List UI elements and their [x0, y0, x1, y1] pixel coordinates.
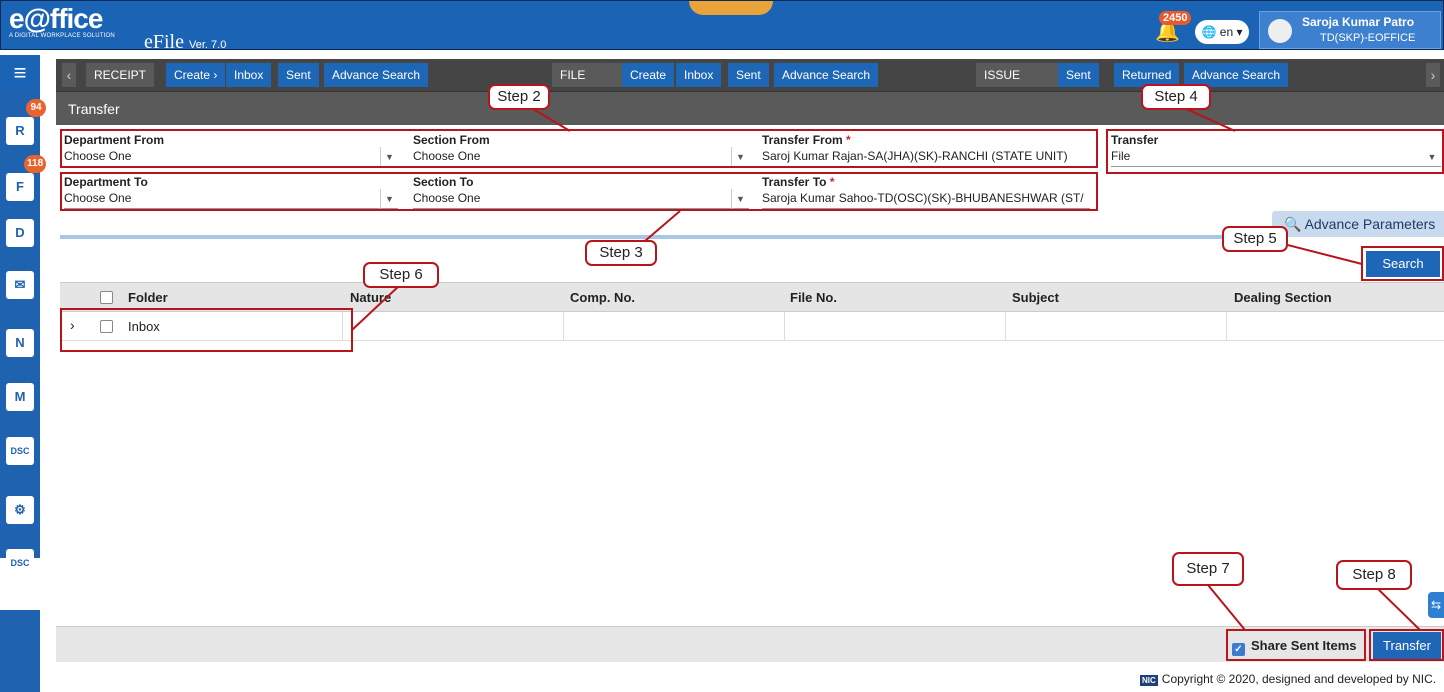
- menu-file-head[interactable]: FILE: [552, 63, 622, 87]
- col-folder[interactable]: Folder: [128, 290, 168, 305]
- step6-highlight: [60, 308, 353, 352]
- step6-callout: Step 6: [363, 262, 439, 288]
- avatar: [1268, 19, 1292, 43]
- app-header: e@ffice A DIGITAL WORKPLACE SOLUTION eFi…: [0, 0, 1444, 54]
- brand-name: e@ffice: [9, 3, 103, 34]
- page-title-bar: Transfer: [56, 91, 1444, 125]
- menu-file-advance-search[interactable]: Advance Search: [774, 63, 879, 87]
- mail-icon[interactable]: ✉: [6, 271, 34, 299]
- col-subject[interactable]: Subject: [1012, 290, 1059, 305]
- app-name: eFile Ver. 7.0: [144, 31, 227, 53]
- menu-receipt-create[interactable]: Create ›: [166, 63, 226, 87]
- hamburger-menu-icon[interactable]: ≡: [0, 55, 40, 91]
- col-nature[interactable]: Nature: [350, 290, 391, 305]
- step7-highlight: [1226, 629, 1366, 661]
- module-menu-bar: ‹ RECEIPT Create › Inbox Sent Advance Se…: [56, 59, 1444, 91]
- step4-callout: Step 4: [1141, 84, 1211, 110]
- user-role: TD(SKP)-EOFFICE: [1320, 32, 1416, 44]
- teamviewer-icon[interactable]: ⇆: [1428, 592, 1444, 618]
- step8-highlight: [1369, 629, 1444, 661]
- advance-parameters-button[interactable]: 🔍 Advance Parameters: [1272, 211, 1444, 237]
- user-settings-icon[interactable]: ⚙: [6, 496, 34, 524]
- cell-divider: [1005, 312, 1006, 341]
- sidebar: R 94 F 118 D ✉ N M DSC ⚙ DSC: [0, 91, 47, 692]
- copyright-footer: NIC Copyright © 2020, designed and develo…: [1140, 672, 1437, 686]
- menu-receipt-head[interactable]: RECEIPT: [86, 63, 155, 87]
- step7-line: [1207, 584, 1246, 631]
- language-selector[interactable]: 🌐 en ▾: [1195, 20, 1249, 44]
- file-icon[interactable]: F: [6, 173, 34, 201]
- user-menu[interactable]: Saroja Kumar Patro TD(SKP)-EOFFICE: [1259, 11, 1441, 49]
- dak-icon[interactable]: D: [6, 219, 34, 247]
- eoffice-logo: e@ffice A DIGITAL WORKPLACE SOLUTION eFi…: [9, 3, 226, 54]
- col-file-no[interactable]: File No.: [790, 290, 837, 305]
- step5-highlight: [1361, 246, 1444, 281]
- menu-file-inbox[interactable]: Inbox: [676, 63, 722, 87]
- menu-file-sent[interactable]: Sent: [728, 63, 769, 87]
- step3-highlight: [60, 172, 1098, 211]
- step7-callout: Step 7: [1172, 552, 1244, 586]
- receipt-badge: 94: [26, 99, 46, 117]
- note-icon[interactable]: N: [6, 329, 34, 357]
- user-name: Saroja Kumar Patro: [1302, 15, 1415, 29]
- nic-logo: NIC: [1140, 675, 1158, 686]
- app-version: Ver. 7.0: [189, 39, 227, 51]
- brand-tagline: A DIGITAL WORKPLACE SOLUTION: [9, 33, 115, 39]
- select-all-checkbox[interactable]: [100, 291, 113, 304]
- step2-highlight: [60, 129, 1098, 168]
- col-comp-no[interactable]: Comp. No.: [570, 290, 635, 305]
- meeting-icon[interactable]: M: [6, 383, 34, 411]
- menu-issue-sent[interactable]: Sent: [1058, 63, 1099, 87]
- dsc-icon[interactable]: DSC: [6, 549, 34, 577]
- step8-line: [1373, 584, 1421, 631]
- top-center-tab[interactable]: [689, 1, 773, 15]
- notification-count-badge: 2450: [1159, 11, 1192, 25]
- chevron-right-icon[interactable]: ›: [1426, 63, 1440, 87]
- menu-issue-head[interactable]: ISSUE: [976, 63, 1058, 87]
- step2-callout: Step 2: [488, 84, 550, 110]
- menu-receipt-inbox[interactable]: Inbox: [226, 63, 272, 87]
- receipt-icon[interactable]: R: [6, 117, 34, 145]
- dsc-icon[interactable]: DSC: [6, 437, 34, 465]
- cell-divider: [1226, 312, 1227, 341]
- cell-divider: [563, 312, 564, 341]
- menu-receipt-sent[interactable]: Sent: [278, 63, 319, 87]
- cell-divider: [784, 312, 785, 341]
- menu-file-create[interactable]: Create: [622, 63, 675, 87]
- file-badge: 118: [24, 155, 47, 173]
- col-dealing-section[interactable]: Dealing Section: [1234, 290, 1332, 305]
- step3-callout: Step 3: [585, 240, 657, 266]
- step5-callout: Step 5: [1222, 226, 1288, 252]
- page-title: Transfer: [68, 101, 120, 117]
- menu-receipt-advance-search[interactable]: Advance Search: [324, 63, 429, 87]
- section-divider: [60, 235, 1272, 239]
- step4-highlight: [1106, 129, 1444, 174]
- chevron-left-icon[interactable]: ‹: [62, 63, 76, 87]
- step8-callout: Step 8: [1336, 560, 1412, 590]
